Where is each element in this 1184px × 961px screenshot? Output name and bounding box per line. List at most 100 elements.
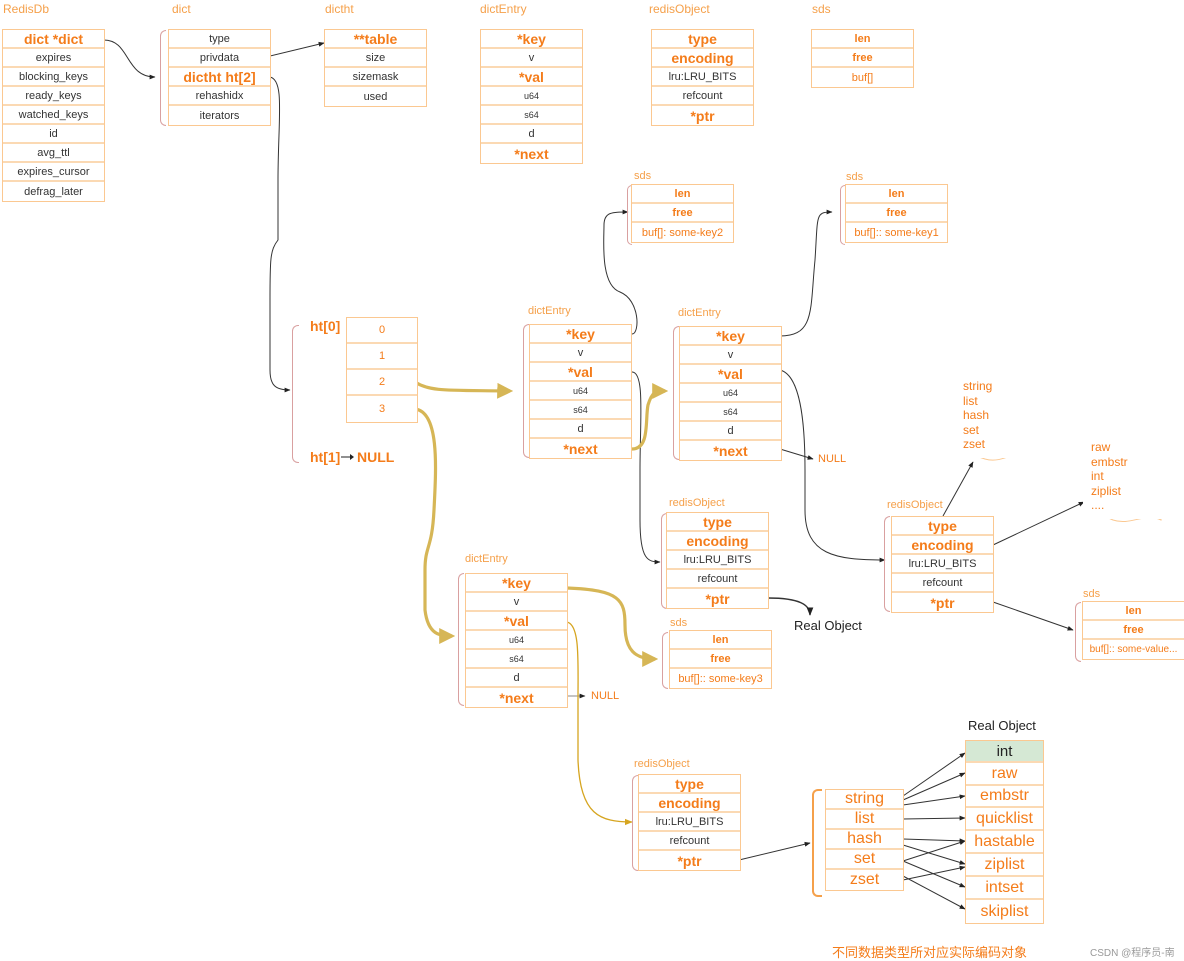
- encoding-note-more: ....: [1091, 498, 1105, 512]
- entry-a-key: *key: [530, 325, 631, 344]
- real-object-quicklist: quicklist: [966, 808, 1043, 831]
- entry-a-v: v: [530, 344, 631, 363]
- type-note-list: list: [963, 393, 978, 408]
- robj-b-struct: type encoding lru:LRU_BITS refcount *ptr: [638, 774, 741, 871]
- dictentry-title: dictEntry: [480, 2, 527, 16]
- dict-title: dict: [172, 2, 191, 16]
- entry-c-struct: *key v *val u64 s64 d *next: [465, 573, 568, 708]
- entry-b-next-null: NULL: [818, 453, 847, 465]
- redisobject-field-lru: lru:LRU_BITS: [652, 68, 753, 87]
- sds-key3-len: len: [670, 631, 771, 650]
- wire-ht2-ht: [269, 76, 291, 393]
- types-string: string: [826, 790, 903, 810]
- robj-a-refcount: refcount: [667, 570, 768, 589]
- redisdb-field-watched-keys: watched_keys: [3, 106, 104, 125]
- types-table: string list hash set zset: [825, 789, 904, 891]
- redisobject-struct: type encoding lru:LRU_BITS refcount *ptr: [651, 29, 754, 126]
- entry-c-key: *key: [466, 574, 567, 593]
- sds-value-len: len: [1083, 602, 1184, 621]
- robj-c-brace: [884, 516, 890, 612]
- robj-c-refcount: refcount: [892, 574, 993, 593]
- encoding-note-raw: raw: [1091, 440, 1111, 454]
- entry-a-d: d: [530, 420, 631, 439]
- entry-b-d: d: [680, 422, 781, 441]
- entry-a-struct: *key v *val u64 s64 d *next: [529, 324, 632, 459]
- sds-value-free: free: [1083, 621, 1184, 640]
- wire-zset-ziplist: [902, 865, 966, 881]
- redisdb-field-expires: expires: [3, 49, 104, 68]
- ht0-label: ht[0]: [310, 318, 341, 334]
- ht1-null: NULL: [357, 449, 395, 465]
- sds-key2-len: len: [632, 185, 733, 204]
- dictentry-field-next: *next: [514, 145, 549, 162]
- types-set: set: [826, 850, 903, 870]
- entry-b-v: v: [680, 346, 781, 365]
- wire-zset-skiplist: [902, 875, 966, 910]
- sds-value-brace: [1075, 602, 1081, 662]
- entry-b-val: *val: [680, 365, 781, 384]
- entry-a-s64: s64: [530, 401, 631, 420]
- wire-bucket3-entryC: [414, 407, 456, 644]
- ht1-label: ht[1]: [310, 449, 341, 465]
- bucket-2: 2: [347, 370, 417, 396]
- real-object-hastable: hastable: [966, 831, 1043, 854]
- entry-b-next: *next: [713, 442, 748, 459]
- real-object-raw: raw: [966, 763, 1043, 786]
- redisobject-field-ptr: *ptr: [690, 107, 715, 124]
- dictht-field-size: size: [325, 49, 426, 68]
- sds-key3-free: free: [670, 650, 771, 669]
- dict-field-ht: dictht ht[2]: [169, 68, 270, 87]
- dictentry-field-key: *key: [481, 30, 582, 49]
- dictentry-field-s64: s64: [481, 106, 582, 125]
- robj-a-struct: type encoding lru:LRU_BITS refcount *ptr: [666, 512, 769, 609]
- robj-a-real-object: Real Object: [794, 618, 862, 633]
- dictentry-field-u64: u64: [481, 87, 582, 106]
- redisdb-field-ready-keys: ready_keys: [3, 87, 104, 106]
- type-note-set: set: [963, 422, 980, 437]
- dictentry-field-val: *val: [481, 68, 582, 87]
- entry-c-val: *val: [466, 612, 567, 631]
- sds-key1-title: sds: [846, 171, 864, 183]
- ht-brace: [292, 325, 299, 463]
- robj-b-title: redisObject: [634, 758, 690, 770]
- dictht-title: dictht: [325, 2, 354, 16]
- wire-string-raw: [902, 772, 966, 801]
- types-zset: zset: [849, 871, 880, 888]
- wire-entryC-key-sds3: [566, 586, 659, 667]
- robj-b-lru: lru:LRU_BITS: [639, 813, 740, 832]
- types-list: list: [826, 810, 903, 830]
- sds-value-struct: len free buf[]:: some-value...: [1082, 601, 1184, 660]
- wire-entryA-val-robjA: [631, 371, 661, 565]
- redisdb-field-blocking-keys: blocking_keys: [3, 68, 104, 87]
- wire-entryC-val-robjB: [566, 621, 633, 826]
- type-note: string list hash set zset: [955, 373, 1041, 458]
- redisdb-field-dict: dict *dict: [3, 30, 104, 49]
- redisobject-field-refcount: refcount: [652, 87, 753, 106]
- entry-b-struct: *key v *val u64 s64 d *next: [679, 326, 782, 461]
- redisobject-field-encoding: encoding: [652, 49, 753, 68]
- sds-struct: len free buf[]: [811, 29, 914, 88]
- wire-robjC-type-note: [942, 461, 974, 517]
- dictentry-field-v: v: [481, 49, 582, 68]
- wire-set-hastable: [902, 840, 966, 862]
- sds-value-title: sds: [1083, 588, 1101, 600]
- dictht-field-table: **table: [325, 30, 426, 49]
- wire-entryB-key-sds1: [779, 209, 833, 337]
- robj-b-encoding: encoding: [639, 794, 740, 813]
- entry-b-u64: u64: [680, 384, 781, 403]
- real-object-skiplist: skiplist: [980, 902, 1029, 920]
- dictht-field-used: used: [363, 90, 388, 103]
- entry-c-next: *next: [499, 689, 534, 706]
- bucket-0: 0: [347, 318, 417, 344]
- wire-robjC-enc-note: [992, 501, 1085, 546]
- wire-list-quicklist: [902, 815, 966, 821]
- redisdb-struct: dict *dict expires blocking_keys ready_k…: [2, 29, 105, 202]
- wire-robjB-ptr-types: [738, 841, 811, 861]
- entry-a-next: *next: [563, 440, 598, 457]
- sds-field-buf: buf[]: [851, 71, 874, 84]
- robj-b-refcount: refcount: [639, 832, 740, 851]
- type-note-string: string: [963, 379, 993, 393]
- dictentry-struct: *key v *val u64 s64 d *next: [480, 29, 583, 164]
- dict-field-privdata: privdata: [169, 49, 270, 68]
- encoding-note-int: int: [1091, 469, 1104, 483]
